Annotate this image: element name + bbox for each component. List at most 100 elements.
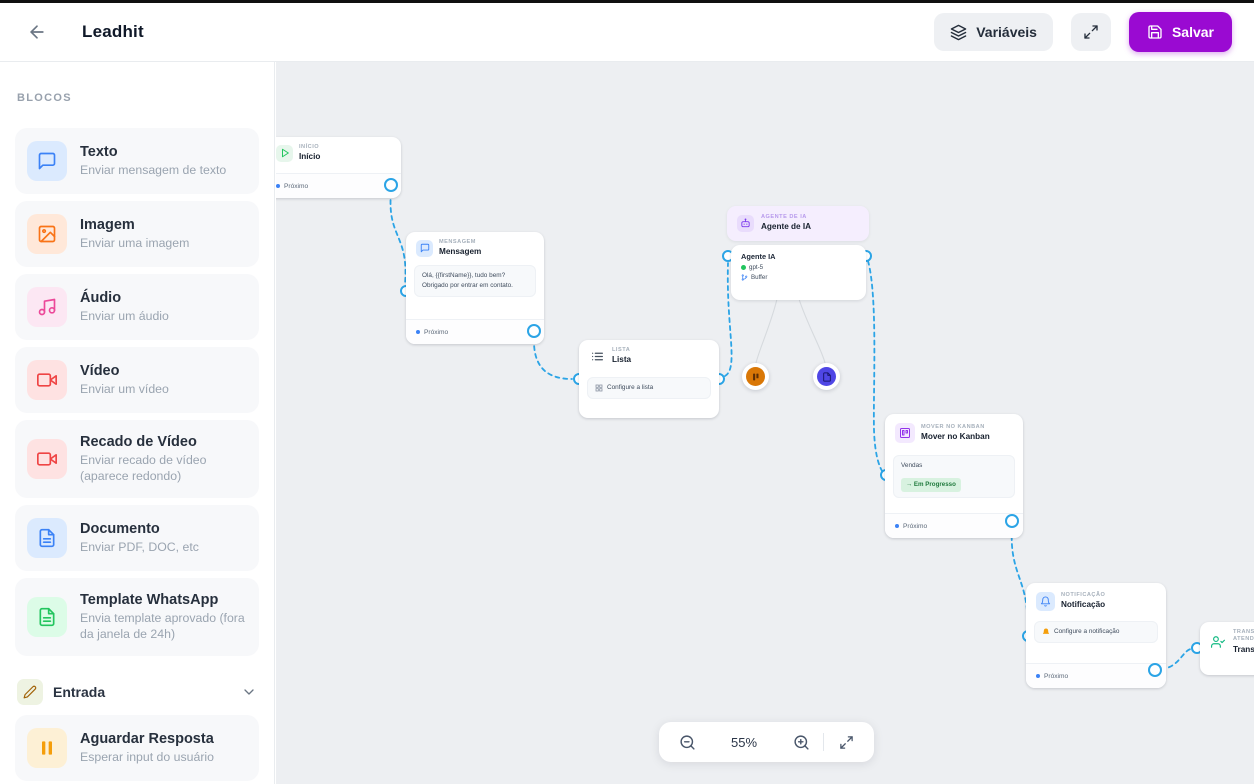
block-item-video[interactable]: Vídeo Enviar um vídeo — [15, 347, 259, 413]
block-item-texto[interactable]: Texto Enviar mensagem de texto — [15, 128, 259, 194]
save-button[interactable]: Salvar — [1128, 12, 1232, 52]
handle-dot-icon — [895, 524, 899, 528]
page-title: Leadhit — [82, 22, 144, 41]
node-type-label: NOTIFICAÇÃO — [1061, 592, 1106, 599]
agent-card-title: Agente IA — [741, 252, 776, 261]
entrada-section-toggle[interactable]: Entrada — [17, 679, 257, 706]
status-dot-icon — [741, 265, 746, 270]
robot-icon — [737, 215, 754, 232]
flow-canvas[interactable]: INÍCIO Início Próximo MENSAGEM Mensagem … — [276, 62, 1254, 784]
block-item-imagem[interactable]: Imagem Enviar uma imagem — [15, 201, 259, 267]
document-icon — [817, 367, 836, 386]
fit-view-button[interactable] — [832, 728, 860, 756]
node-title: Início — [299, 152, 321, 162]
handle-dot-icon — [416, 330, 420, 334]
agent-tool-document-badge[interactable] — [813, 363, 840, 390]
output-port-kanban[interactable] — [1005, 514, 1019, 528]
block-desc: Enviar recado de vídeo (aparece redondo) — [80, 453, 207, 484]
block-desc: Envia template aprovado (fora da janela … — [80, 611, 245, 642]
kanban-target[interactable]: Vendas → Em Progresso — [893, 455, 1015, 498]
block-desc: Enviar mensagem de texto — [80, 163, 227, 178]
arrow-left-icon — [27, 22, 47, 42]
zoom-level-value: 55% — [730, 734, 758, 750]
node-notificacao[interactable]: NOTIFICAÇÃO Notificação Configure a noti… — [1026, 583, 1166, 688]
block-title: Template WhatsApp — [80, 592, 219, 609]
next-row: Próximo — [276, 173, 401, 198]
chevron-down-icon — [241, 684, 257, 700]
chat-bubble-icon — [416, 239, 433, 257]
block-item-template-whatsapp[interactable]: Template WhatsApp Envia template aprovad… — [15, 578, 259, 657]
blocks-sidebar: BLOCOS Texto Enviar mensagem de texto Im… — [0, 62, 275, 784]
node-title: Lista — [612, 355, 632, 365]
agent-tool-link-right — [798, 298, 826, 364]
node-mensagem[interactable]: MENSAGEM Mensagem Olá, {{firstName}}, tu… — [406, 232, 544, 344]
configure-notification-action[interactable]: Configure a notificação — [1034, 621, 1158, 643]
save-icon — [1147, 24, 1163, 40]
window-top-edge — [0, 0, 1254, 3]
output-port-mensagem[interactable] — [527, 324, 541, 338]
edge-kanban-notificacao — [1010, 527, 1029, 630]
node-type-label-line1: TRANSFERIR — [1233, 629, 1254, 635]
block-item-documento[interactable]: Documento Enviar PDF, DOC, etc — [15, 505, 259, 572]
agent-model-row: gpt-5 — [741, 264, 856, 271]
zoom-in-button[interactable] — [787, 728, 815, 756]
node-agente-body[interactable]: Agente IA gpt-5 Buffer — [731, 245, 866, 300]
variables-button-label: Variáveis — [976, 24, 1037, 40]
agent-tool-row: Buffer — [741, 274, 856, 281]
zoom-toolbar: 55% — [659, 722, 874, 762]
kanban-board-icon — [895, 423, 915, 443]
output-port-notificacao[interactable] — [1148, 663, 1162, 677]
node-kanban[interactable]: MOVER NO KANBAN Mover no Kanban Vendas →… — [885, 414, 1023, 538]
node-type-label: AGENTE DE IA — [761, 214, 807, 221]
node-lista[interactable]: LISTA Lista Configure a lista — [579, 340, 719, 418]
kanban-stage-pill: → Em Progresso — [901, 477, 961, 492]
user-check-icon — [1209, 633, 1227, 651]
node-agente-header[interactable]: AGENTE DE IA Agente de IA — [727, 206, 869, 241]
video-camera-icon — [27, 360, 67, 400]
blocks-section-label: BLOCOS — [17, 92, 72, 104]
image-icon — [27, 214, 67, 254]
block-desc: Enviar PDF, DOC, etc — [80, 540, 199, 555]
kanban-board-name: Vendas — [901, 462, 923, 469]
back-button[interactable] — [22, 17, 52, 47]
block-desc: Esperar input do usuário — [80, 750, 214, 765]
agent-tool-kanban-badge[interactable] — [742, 363, 769, 390]
zoom-out-button[interactable] — [673, 728, 701, 756]
block-item-audio[interactable]: Áudio Enviar um áudio — [15, 274, 259, 340]
node-type-label-line2: ATENDIMENTO — [1233, 636, 1254, 643]
block-title: Áudio — [80, 289, 122, 306]
document-icon — [27, 597, 67, 638]
agent-tool-link-left — [755, 298, 778, 364]
node-type-label: MENSAGEM — [439, 239, 476, 245]
play-icon — [276, 144, 293, 162]
node-title: Mensagem — [439, 247, 482, 257]
block-title: Aguardar Resposta — [80, 731, 214, 748]
grid-icon — [595, 384, 603, 392]
expand-icon — [839, 735, 854, 750]
node-transferir[interactable]: TRANSFERIR ATENDIMENTO Transferir — [1200, 622, 1254, 675]
block-item-recado-video[interactable]: Recado de Vídeo Enviar recado de vídeo (… — [15, 420, 259, 499]
list-icon — [589, 348, 606, 365]
block-item-aguardar-resposta[interactable]: Aguardar Resposta Esperar input do usuár… — [15, 715, 259, 782]
node-inicio[interactable]: INÍCIO Início Próximo — [276, 137, 401, 198]
block-desc: Enviar um vídeo — [80, 382, 169, 397]
pause-icon — [27, 728, 67, 769]
music-note-icon — [27, 287, 67, 327]
block-title: Vídeo — [80, 362, 120, 379]
toolbar-divider — [823, 733, 824, 751]
configure-list-action[interactable]: Configure a lista — [587, 376, 711, 399]
node-title: Notificação — [1061, 600, 1106, 610]
message-preview[interactable]: Olá, {{firstName}}, tudo bem? Obrigado p… — [414, 264, 536, 297]
zoom-out-icon — [679, 734, 696, 751]
top-bar: Leadhit Variáveis Salvar — [0, 3, 1254, 62]
bell-alert-icon — [1042, 628, 1050, 636]
edge-inicio-mensagem — [389, 191, 407, 285]
expand-icon — [1083, 24, 1099, 40]
output-port-inicio[interactable] — [384, 178, 398, 192]
next-row: Próximo — [406, 319, 544, 344]
block-desc: Enviar um áudio — [80, 309, 169, 324]
fullscreen-button[interactable] — [1070, 13, 1111, 51]
variables-button[interactable]: Variáveis — [934, 13, 1053, 51]
node-type-label: MOVER NO KANBAN — [921, 423, 985, 430]
layers-icon — [950, 24, 967, 41]
